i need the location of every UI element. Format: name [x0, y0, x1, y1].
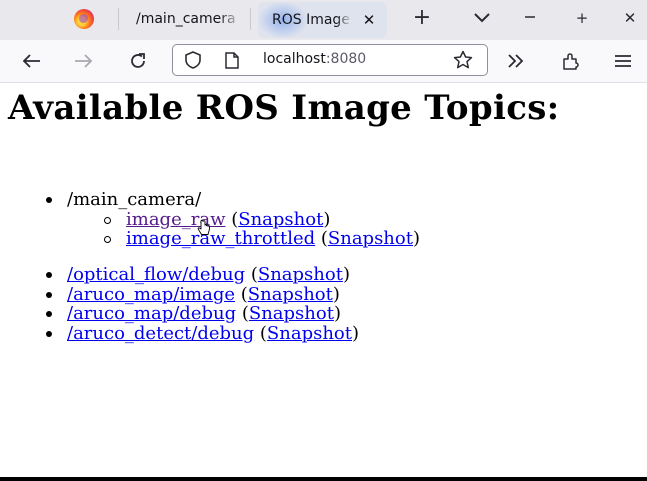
topic-link[interactable]: /aruco_map/image [67, 284, 235, 305]
new-tab-icon[interactable]: + [410, 7, 434, 29]
topic-link[interactable]: /aruco_detect/debug [67, 323, 254, 344]
bullet-icon [46, 291, 52, 298]
bottom-strip [0, 477, 647, 481]
url-bar[interactable]: localhost:8080 [172, 44, 488, 76]
list-item: /optical_flow/debug (Snapshot) [46, 265, 626, 285]
bullet-icon [46, 311, 52, 317]
list-item: image_raw_throttled (Snapshot) [104, 229, 626, 249]
list-item: /aruco_detect/debug (Snapshot) [46, 323, 626, 344]
list-tabs-icon[interactable] [470, 8, 494, 28]
bullet-icon [46, 272, 52, 278]
topic-link[interactable]: /optical_flow/debug [67, 264, 245, 285]
forward-icon[interactable] [72, 50, 96, 72]
maximize-icon[interactable]: + [570, 8, 594, 28]
navigation-toolbar: localhost:8080 [0, 40, 647, 83]
snapshot-link[interactable]: Snapshot [238, 209, 323, 230]
firefox-view-button[interactable] [56, 0, 112, 38]
reload-icon[interactable] [126, 50, 150, 72]
page-icon[interactable] [225, 52, 239, 73]
topic-link[interactable]: image_raw_throttled [126, 228, 315, 249]
shield-icon[interactable] [185, 51, 201, 73]
extensions-icon[interactable] [559, 50, 583, 72]
page-content: Available ROS Image Topics: /main_camera… [0, 83, 647, 477]
list-item: /aruco_map/debug (Snapshot) [46, 304, 626, 324]
mouse-pointer-icon [197, 219, 211, 236]
bullet-icon [46, 197, 52, 203]
sub-topic-list: image_raw (Snapshot) image_raw_throttled… [104, 209, 626, 249]
url-text: localhost:8080 [263, 51, 366, 67]
tab-close-icon[interactable]: ✕ [361, 12, 377, 28]
snapshot-link[interactable]: Snapshot [328, 228, 413, 249]
tab-main-camera[interactable]: /main_camera [119, 0, 245, 38]
tab-strip: /main_camera ROS Image ✕ + + ✕ [0, 0, 647, 40]
bookmark-star-icon[interactable] [453, 50, 473, 74]
firefox-logo-icon [74, 9, 94, 29]
window-close-icon[interactable]: ✕ [618, 8, 642, 28]
topic-list: /optical_flow/debug (Snapshot) /aruco_ma… [46, 265, 626, 343]
circle-bullet-icon [104, 236, 111, 243]
tab-ros-image[interactable]: ROS Image ✕ [258, 2, 387, 38]
back-icon[interactable] [19, 50, 43, 72]
page-title: Available ROS Image Topics: [8, 88, 560, 128]
list-item: /aruco_map/image (Snapshot) [46, 284, 626, 305]
tab-divider [250, 8, 251, 30]
tab-title: /main_camera [136, 11, 236, 27]
snapshot-link[interactable]: Snapshot [267, 323, 352, 344]
url-host: localhost [263, 51, 326, 67]
snapshot-link[interactable]: Snapshot [248, 284, 333, 305]
minimize-icon[interactable] [518, 8, 542, 28]
topic-list: /main_camera/ image_raw (Snapshot) image… [46, 190, 626, 249]
menu-icon[interactable] [611, 50, 635, 72]
circle-bullet-icon [104, 216, 111, 224]
url-port: :8080 [325, 51, 367, 67]
overflow-icon[interactable] [504, 50, 528, 72]
list-item-group: /main_camera/ image_raw (Snapshot) image… [46, 190, 626, 249]
topic-link[interactable]: /aruco_map/debug [67, 303, 236, 324]
list-item: image_raw (Snapshot) [104, 209, 626, 230]
snapshot-link[interactable]: Snapshot [249, 303, 334, 324]
group-label: /main_camera/ [67, 189, 202, 210]
tab-title: ROS Image [272, 12, 350, 28]
snapshot-link[interactable]: Snapshot [258, 264, 343, 285]
bullet-icon [46, 330, 52, 337]
